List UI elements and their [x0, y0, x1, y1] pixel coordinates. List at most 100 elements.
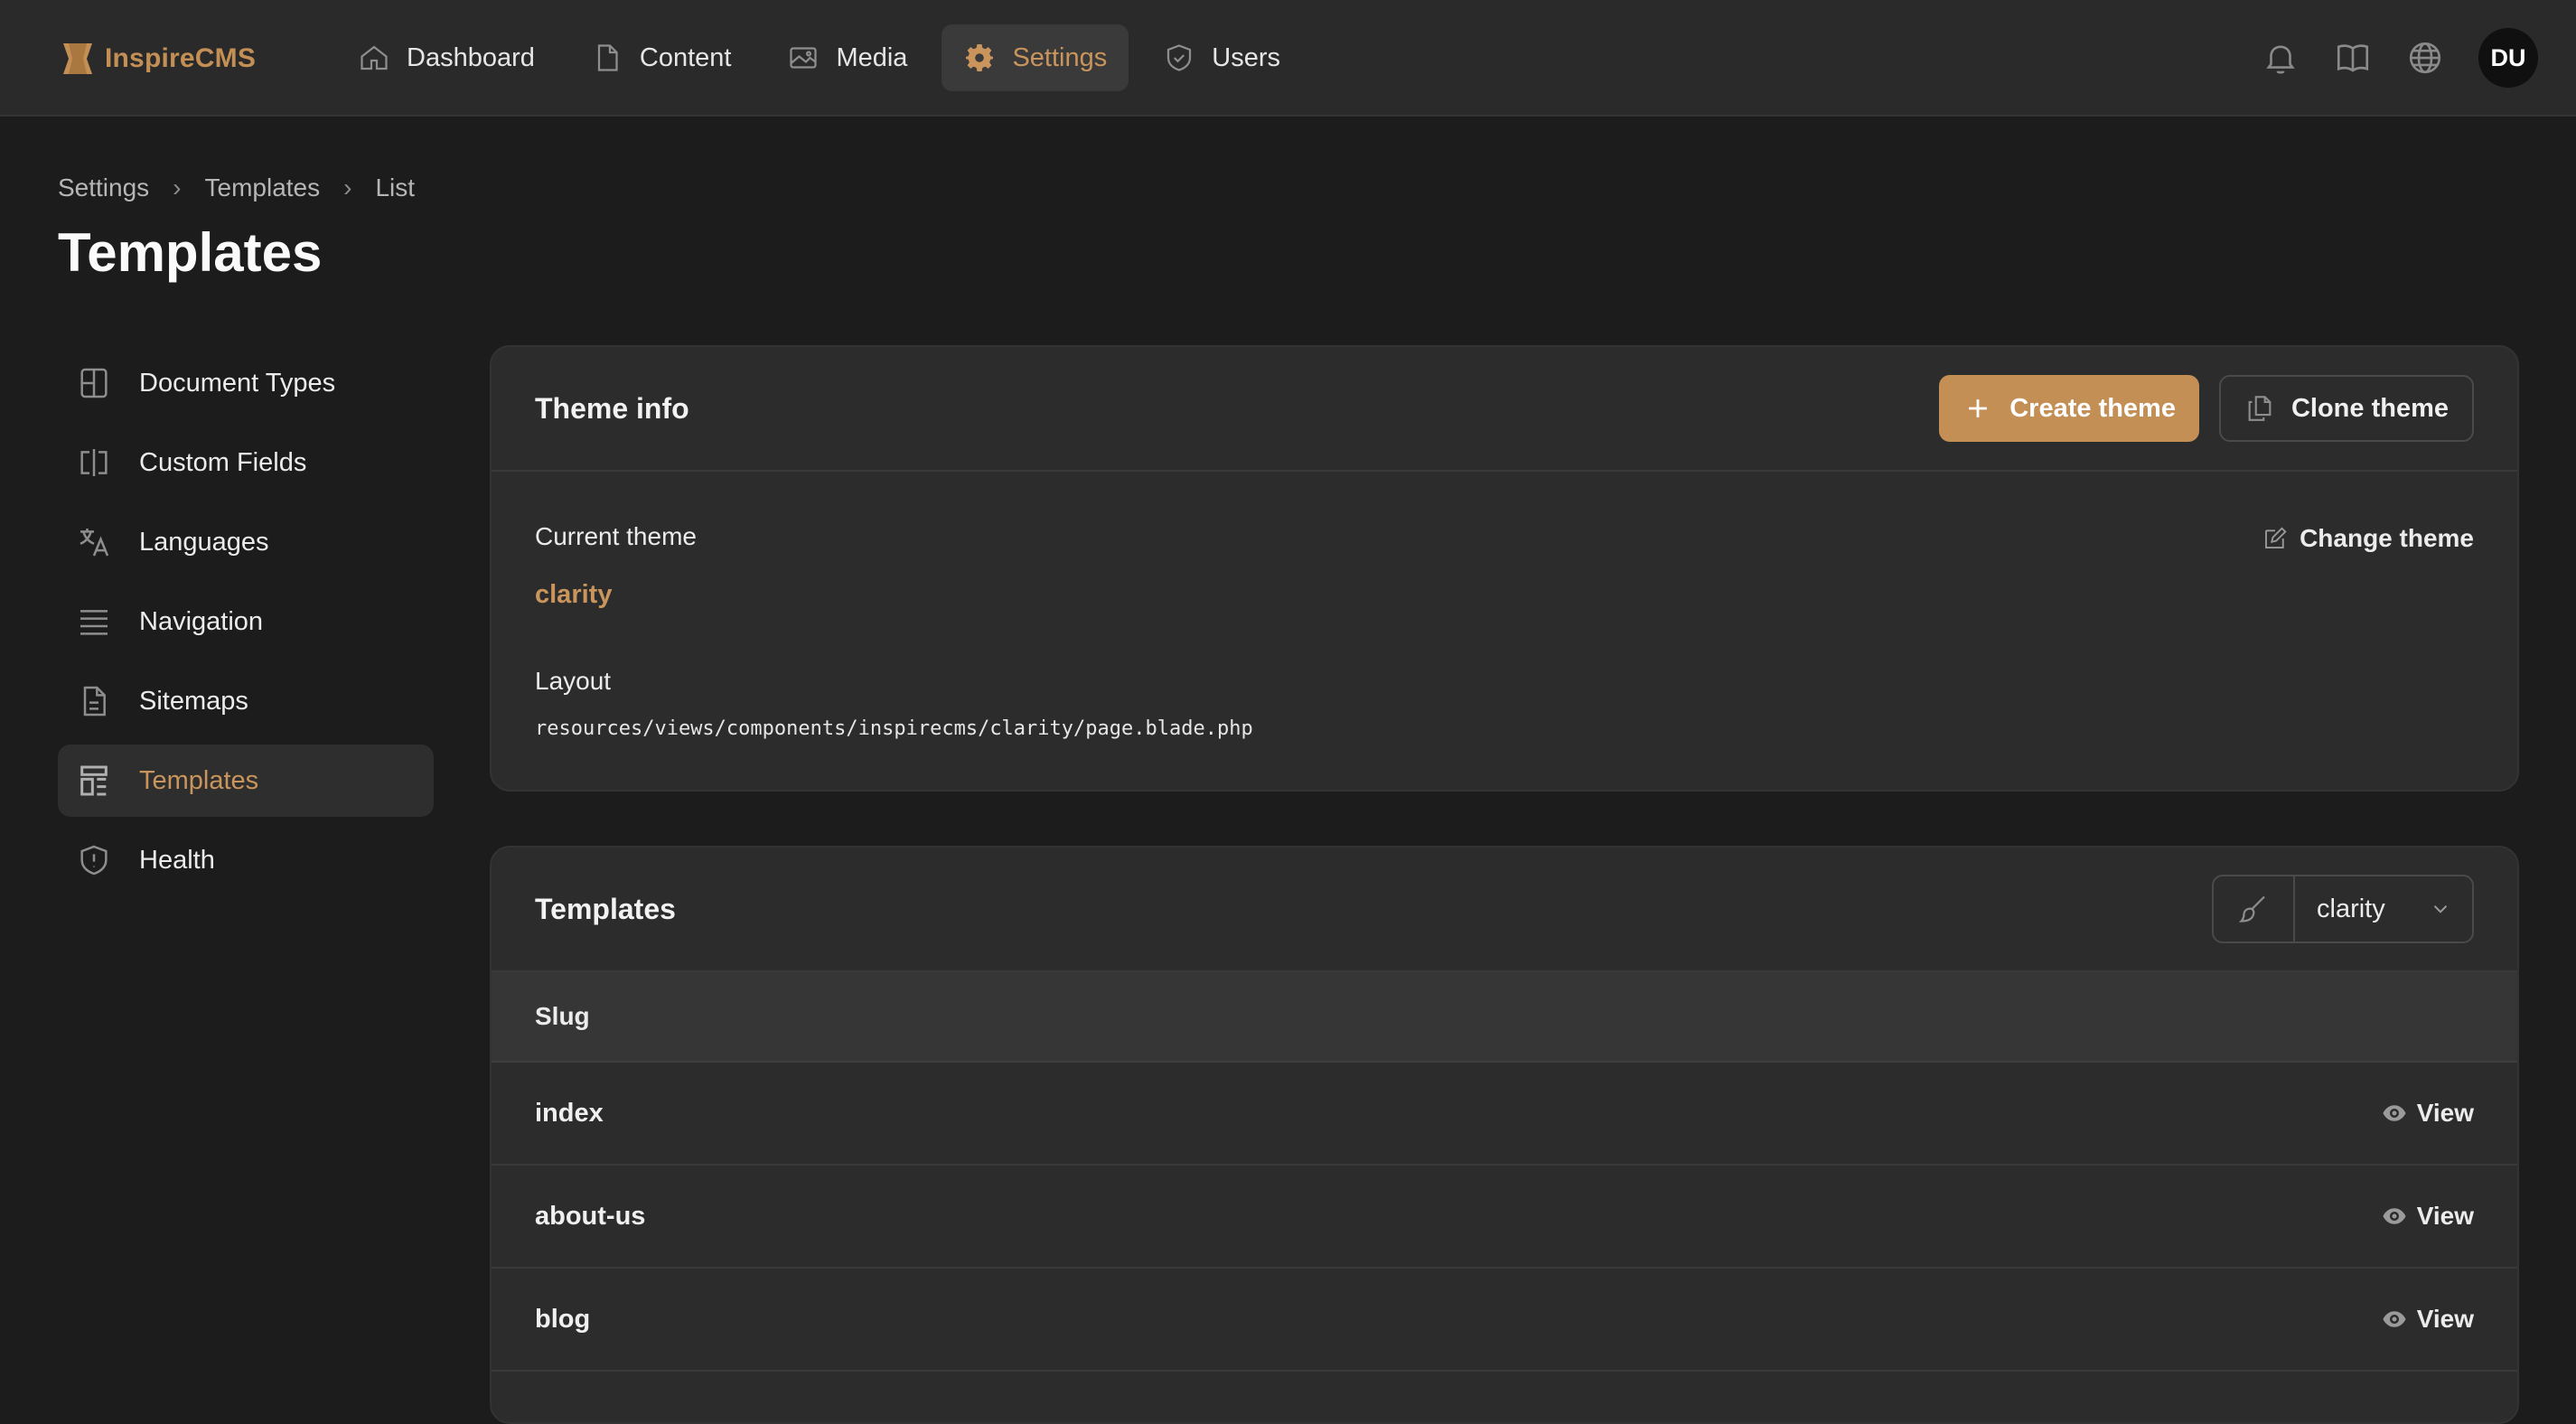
nav-users[interactable]: Users [1141, 24, 1302, 91]
view-button[interactable]: View [2381, 1305, 2474, 1334]
chevron-right-icon: › [173, 173, 182, 201]
layout-icon [80, 368, 108, 398]
table-header: Slug [492, 972, 2517, 1063]
sidebar-item-templates[interactable]: Templates [58, 745, 434, 817]
nav-dashboard-label: Dashboard [407, 42, 535, 72]
bell-icon [2266, 45, 2295, 74]
book-open-icon [2337, 44, 2369, 72]
copy-icon [2248, 396, 2272, 421]
theme-info-title: Theme info [535, 391, 689, 425]
breadcrumb-settings[interactable]: Settings [58, 173, 149, 202]
column-header-slug[interactable]: Slug [535, 1002, 590, 1031]
eye-icon [2383, 1311, 2406, 1327]
nav-settings-label: Settings [1012, 42, 1108, 72]
sidebar-item-document-types[interactable]: Document Types [58, 347, 434, 419]
sidebar-item-label: Navigation [139, 606, 264, 636]
sidebar-item-label: Document Types [139, 368, 336, 398]
main-nav: Dashboard Content Media Settings Users [336, 24, 1302, 91]
change-theme-link[interactable]: Change theme [2262, 524, 2474, 553]
view-button[interactable]: View [2381, 1202, 2474, 1231]
view-label: View [2416, 1202, 2474, 1230]
chevron-down-icon [2433, 905, 2448, 913]
documentation-button[interactable] [2334, 39, 2372, 77]
sidebar-item-custom-fields[interactable]: Custom Fields [58, 426, 434, 499]
table-row: about-us View [492, 1166, 2517, 1269]
plus-icon [1969, 399, 1988, 417]
theme-select[interactable]: clarity [2212, 875, 2474, 943]
notifications-button[interactable] [2262, 39, 2300, 77]
eye-icon [2383, 1105, 2406, 1121]
columns-icon [80, 449, 108, 476]
nav-media-label: Media [836, 42, 908, 72]
user-avatar[interactable]: DU [2478, 28, 2538, 88]
eye-icon [2383, 1208, 2406, 1224]
templates-card: Templates clarity Slug index View about-… [490, 846, 2519, 1424]
paintbrush-icon [2238, 895, 2265, 923]
clone-theme-label: Clone theme [2290, 393, 2449, 423]
nav-users-label: Users [1212, 42, 1280, 72]
file-icon [83, 686, 106, 717]
sidebar-item-health[interactable]: Health [58, 824, 434, 896]
table-row: index View [492, 1063, 2517, 1166]
globe-icon [2409, 42, 2441, 74]
breadcrumb: Settings › Templates › List [58, 173, 415, 202]
chevron-right-icon: › [343, 173, 352, 201]
nav-settings[interactable]: Settings [941, 24, 1129, 91]
theme-select-text: clarity [2317, 894, 2385, 923]
template-icon [80, 765, 108, 796]
nav-media[interactable]: Media [765, 24, 929, 91]
current-theme-label: Current theme [535, 522, 697, 550]
theme-select-prefix [2214, 876, 2295, 942]
shield-check-icon [1167, 44, 1192, 71]
sidebar-item-label: Languages [139, 527, 269, 557]
view-label: View [2416, 1099, 2474, 1127]
sidebar-item-navigation[interactable]: Navigation [58, 586, 434, 658]
sidebar-item-languages[interactable]: Languages [58, 506, 434, 578]
top-navigation-bar: InspireCMS Dashboard Content Media Setti… [0, 0, 2576, 117]
layout-label: Layout [535, 667, 612, 695]
theme-info-card: Theme info Create theme Clone theme Curr… [490, 345, 2519, 792]
current-theme-value: clarity [535, 580, 613, 609]
view-label: View [2416, 1305, 2474, 1333]
clone-theme-button[interactable]: Clone theme [2218, 375, 2474, 442]
topbar-actions: DU [2262, 25, 2538, 90]
templates-title: Templates [535, 892, 676, 925]
brand-name: InspireCMS [105, 43, 257, 73]
create-theme-label: Create theme [2009, 393, 2176, 423]
breadcrumb-templates[interactable]: Templates [205, 173, 321, 202]
sidebar-item-sitemaps[interactable]: Sitemaps [58, 665, 434, 737]
brand-logo-icon [63, 43, 92, 74]
edit-icon [2265, 527, 2287, 548]
row-slug: index [535, 1098, 604, 1128]
nav-dashboard[interactable]: Dashboard [336, 24, 557, 91]
row-slug: about-us [535, 1201, 646, 1231]
sidebar-item-label: Custom Fields [139, 447, 307, 477]
home-icon [361, 45, 388, 70]
brand[interactable]: InspireCMS [60, 38, 256, 80]
image-icon [790, 47, 818, 69]
layout-path: resources/views/components/inspirecms/cl… [535, 717, 1253, 740]
settings-sidebar: Document Types Custom Fields Languages N… [58, 347, 434, 904]
templates-header: Templates clarity [492, 848, 2517, 972]
table-row: blog View [492, 1269, 2517, 1372]
theme-select-value[interactable]: clarity [2295, 876, 2472, 942]
view-button[interactable]: View [2381, 1099, 2474, 1128]
document-icon [597, 44, 618, 71]
nav-content-label: Content [639, 42, 732, 72]
breadcrumb-list: List [375, 173, 416, 201]
theme-actions: Create theme Clone theme [1939, 375, 2474, 442]
translate-icon [80, 529, 109, 557]
sidebar-item-label: Templates [139, 765, 259, 795]
menu-lines-icon [80, 610, 108, 635]
shield-alert-icon [80, 845, 108, 876]
change-theme-label: Change theme [2300, 524, 2474, 552]
nav-content[interactable]: Content [569, 24, 754, 91]
sidebar-item-label: Sitemaps [139, 686, 248, 716]
language-button[interactable] [2406, 39, 2444, 77]
gear-icon [966, 44, 994, 71]
create-theme-button[interactable]: Create theme [1939, 375, 2199, 442]
row-slug: blog [535, 1304, 591, 1334]
page-title: Templates [58, 222, 323, 283]
sidebar-item-label: Health [139, 845, 215, 875]
theme-info-header: Theme info Create theme Clone theme [492, 347, 2517, 472]
